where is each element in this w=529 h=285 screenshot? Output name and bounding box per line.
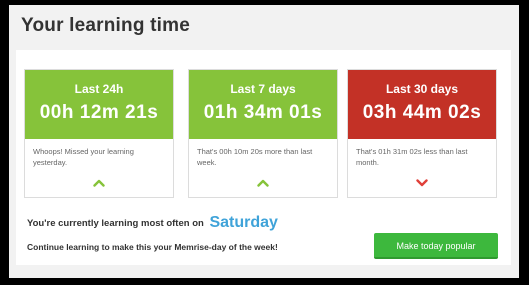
chevron-up-icon (25, 174, 173, 192)
panel-title: Your learning time (21, 15, 190, 36)
chevron-down-icon (348, 174, 496, 192)
card-last-24h: Last 24h 00h 12m 21s Whoops! Missed your… (24, 69, 174, 198)
card-note: Whoops! Missed your learning yesterday. (33, 147, 134, 167)
card-last-7-days: Last 7 days 01h 34m 01s That's 00h 10m 2… (188, 69, 338, 198)
most-often-text: You're currently learning most often on (27, 218, 204, 229)
card-period: Last 24h (74, 82, 124, 96)
card-value: 03h 44m 02s (362, 102, 482, 123)
memrise-day-text: Continue learning to make this your Memr… (27, 242, 278, 252)
card-period: Last 30 days (385, 82, 459, 96)
card-note: That's 01h 31m 02s less than last month. (356, 147, 468, 167)
make-today-popular-button[interactable]: Make today popular (374, 233, 498, 259)
panel-content: Last 24h 00h 12m 21s Whoops! Missed your… (16, 50, 511, 265)
card-header: Last 30 days 03h 44m 02s (348, 70, 496, 139)
card-value: 00h 12m 21s (39, 102, 159, 123)
card-value: 01h 34m 01s (203, 102, 323, 123)
most-often-day: Saturday (209, 214, 278, 231)
card-last-30-days: Last 30 days 03h 44m 02s That's 01h 31m … (347, 69, 497, 198)
most-often-line: You're currently learning most often on … (27, 213, 278, 231)
card-period: Last 7 days (230, 82, 296, 96)
card-note: That's 00h 10m 20s more than last week. (197, 147, 313, 167)
card-header: Last 7 days 01h 34m 01s (189, 70, 337, 139)
chevron-up-icon (189, 174, 337, 192)
card-header: Last 24h 00h 12m 21s (25, 70, 173, 139)
learning-time-panel: Your learning time Last 24h 00h 12m 21s … (9, 5, 519, 278)
